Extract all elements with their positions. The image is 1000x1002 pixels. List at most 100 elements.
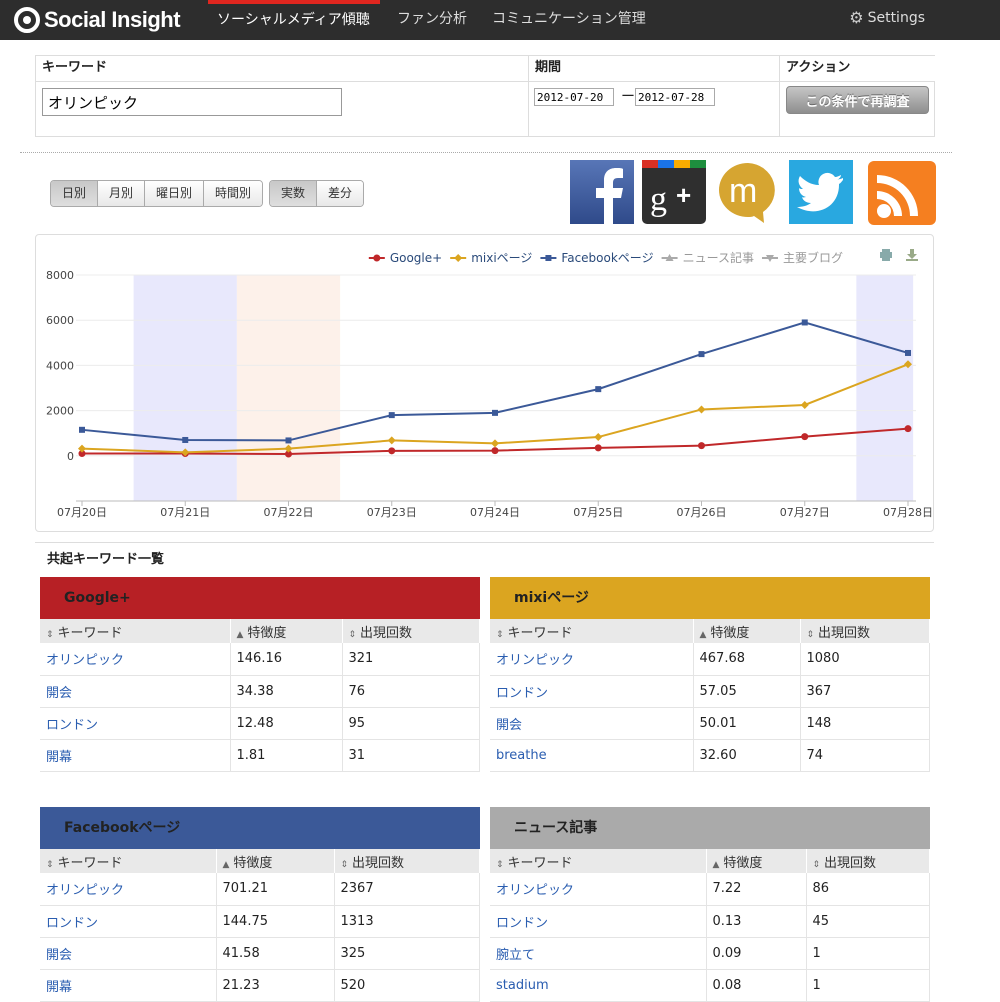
- occurrence-count: 1313: [334, 905, 480, 938]
- column-header-label: キーワード: [507, 855, 573, 871]
- occurrence-count: 86: [806, 873, 930, 906]
- toggle-diff[interactable]: 差分: [317, 181, 364, 206]
- legend-marker: [454, 254, 463, 262]
- nav-communication-management[interactable]: コミュニケーション管理: [492, 0, 646, 40]
- keyword-link[interactable]: 開幕: [40, 969, 217, 1002]
- table-row: ロンドン 0.13 45: [490, 905, 930, 938]
- x-tick-label: 07月20日: [57, 506, 107, 519]
- date-from-input[interactable]: [534, 88, 614, 106]
- toggle-weekday[interactable]: 曜日別: [145, 181, 205, 206]
- column-header[interactable]: ⇕ 出現回数: [806, 849, 930, 873]
- data-point: [801, 433, 809, 441]
- keyword-link[interactable]: ロンドン: [490, 905, 707, 938]
- occurrence-count: 1: [806, 937, 930, 970]
- column-header[interactable]: ⇕ キーワード: [40, 619, 231, 643]
- data-point: [801, 319, 808, 326]
- keyword-link[interactable]: オリンピック: [40, 873, 217, 906]
- recheck-button[interactable]: この条件で再調査: [786, 86, 929, 114]
- data-point: [79, 426, 85, 433]
- column-header[interactable]: ⇕ キーワード: [40, 849, 217, 873]
- keyword-table: ⇕ キーワード ▲ 特徴度 ⇕ 出現回数 オリンピック 146.16 321 開会 34.38 76 ロ…: [40, 619, 480, 772]
- column-header[interactable]: ▲ 特徴度: [216, 849, 335, 873]
- data-point: [387, 436, 396, 445]
- action-column: アクション この条件で再調査: [780, 56, 935, 136]
- column-header-label: 特徴度: [710, 625, 750, 641]
- data-point: [594, 444, 602, 452]
- keyword-link[interactable]: stadium: [490, 969, 707, 1002]
- twitter-icon[interactable]: [789, 160, 853, 224]
- sort-icon: ⇕: [496, 629, 504, 640]
- keyword-link[interactable]: ロンドン: [40, 905, 217, 938]
- x-tick-label: 07月22日: [264, 506, 314, 519]
- data-point: [698, 351, 705, 358]
- period-header: 期間: [529, 56, 779, 82]
- keyword-link[interactable]: ロンドン: [490, 675, 694, 708]
- column-header[interactable]: ⇕ キーワード: [490, 849, 707, 873]
- search-form: キーワード 期間 ー アクション この条件で再調査: [35, 55, 935, 137]
- keyword-link[interactable]: オリンピック: [40, 643, 231, 676]
- keyword-input[interactable]: [42, 88, 342, 116]
- column-header[interactable]: ⇕ 出現回数: [342, 619, 480, 643]
- column-header[interactable]: ▲ 特徴度: [693, 619, 801, 643]
- keyword-link[interactable]: 開会: [40, 937, 217, 970]
- data-point: [904, 425, 912, 433]
- rss-icon[interactable]: [868, 161, 936, 225]
- top-navbar: Social Insight ソーシャルメディア傾聴 ファン分析 コミュニケーシ…: [0, 0, 1000, 40]
- facebook-icon[interactable]: [570, 160, 634, 224]
- column-header[interactable]: ⇕ 出現回数: [334, 849, 480, 873]
- mode-toggle-group: 実数 差分: [269, 180, 365, 207]
- mixi-icon[interactable]: m: [716, 160, 780, 224]
- occurrence-count: 367: [800, 675, 930, 708]
- cooccurrence-panel: ニュース記事 ⇕ キーワード ▲ 特徴度 ⇕ 出現回数 オリンピック 7.22 86 ロンドン 0.1…: [490, 807, 930, 1002]
- keyword-link[interactable]: オリンピック: [490, 873, 707, 906]
- app-logo[interactable]: Social Insight: [14, 5, 181, 35]
- column-header[interactable]: ▲ 特徴度: [706, 849, 807, 873]
- section-divider: [20, 152, 952, 153]
- keyword-link[interactable]: 開幕: [40, 739, 231, 772]
- column-header[interactable]: ⇕ キーワード: [490, 619, 694, 643]
- print-icon[interactable]: [880, 249, 892, 261]
- occurrence-count: 76: [342, 675, 480, 708]
- keyword-link[interactable]: 開会: [490, 707, 694, 740]
- column-header-label: 出現回数: [352, 855, 405, 871]
- date-to-input[interactable]: [635, 88, 715, 106]
- keyword-link[interactable]: オリンピック: [490, 643, 694, 676]
- legend-label: mixiページ: [471, 251, 532, 265]
- nav-social-listening[interactable]: ソーシャルメディア傾聴: [208, 0, 380, 40]
- keyword-column: キーワード: [36, 56, 529, 136]
- google-plus-icon[interactable]: g +: [642, 160, 706, 224]
- occurrence-count: 1080: [800, 643, 930, 676]
- settings-link[interactable]: ⚙ Settings: [849, 0, 925, 36]
- column-header-label: 特徴度: [723, 855, 763, 871]
- column-header-label: キーワード: [57, 855, 123, 871]
- toggle-daily[interactable]: 日別: [51, 181, 99, 206]
- column-header[interactable]: ⇕ 出現回数: [800, 619, 930, 643]
- feature-score: 467.68: [693, 643, 801, 676]
- keyword-link[interactable]: 腕立て: [490, 937, 707, 970]
- svg-text:+: +: [676, 180, 691, 210]
- toggle-hourly[interactable]: 時間別: [204, 181, 263, 206]
- data-point: [594, 433, 603, 442]
- date-separator: ー: [621, 89, 635, 105]
- keyword-link[interactable]: 開会: [40, 675, 231, 708]
- table-row: 開会 41.58 325: [40, 937, 480, 970]
- occurrence-count: 45: [806, 905, 930, 938]
- nav-fan-analysis[interactable]: ファン分析: [397, 0, 467, 40]
- keyword-header: キーワード: [36, 56, 528, 82]
- data-point: [182, 436, 189, 443]
- y-tick-label: 2000: [46, 405, 74, 418]
- keyword-link[interactable]: ロンドン: [40, 707, 231, 740]
- column-header[interactable]: ▲ 特徴度: [230, 619, 343, 643]
- data-point: [491, 439, 499, 448]
- occurrence-count: 95: [342, 707, 480, 740]
- toggle-actual[interactable]: 実数: [270, 181, 318, 206]
- keyword-table: ⇕ キーワード ▲ 特徴度 ⇕ 出現回数 オリンピック 7.22 86 ロンドン 0.13 45 腕立て…: [490, 849, 930, 1002]
- plot-band: [236, 275, 341, 501]
- column-header-label: 出現回数: [824, 855, 877, 871]
- download-icon[interactable]: [906, 249, 918, 261]
- keyword-link[interactable]: breathe: [490, 739, 694, 772]
- sort-ascending-icon: ▲: [222, 859, 230, 870]
- data-point: [78, 444, 86, 453]
- feature-score: 1.81: [230, 739, 343, 772]
- toggle-monthly[interactable]: 月別: [98, 181, 146, 206]
